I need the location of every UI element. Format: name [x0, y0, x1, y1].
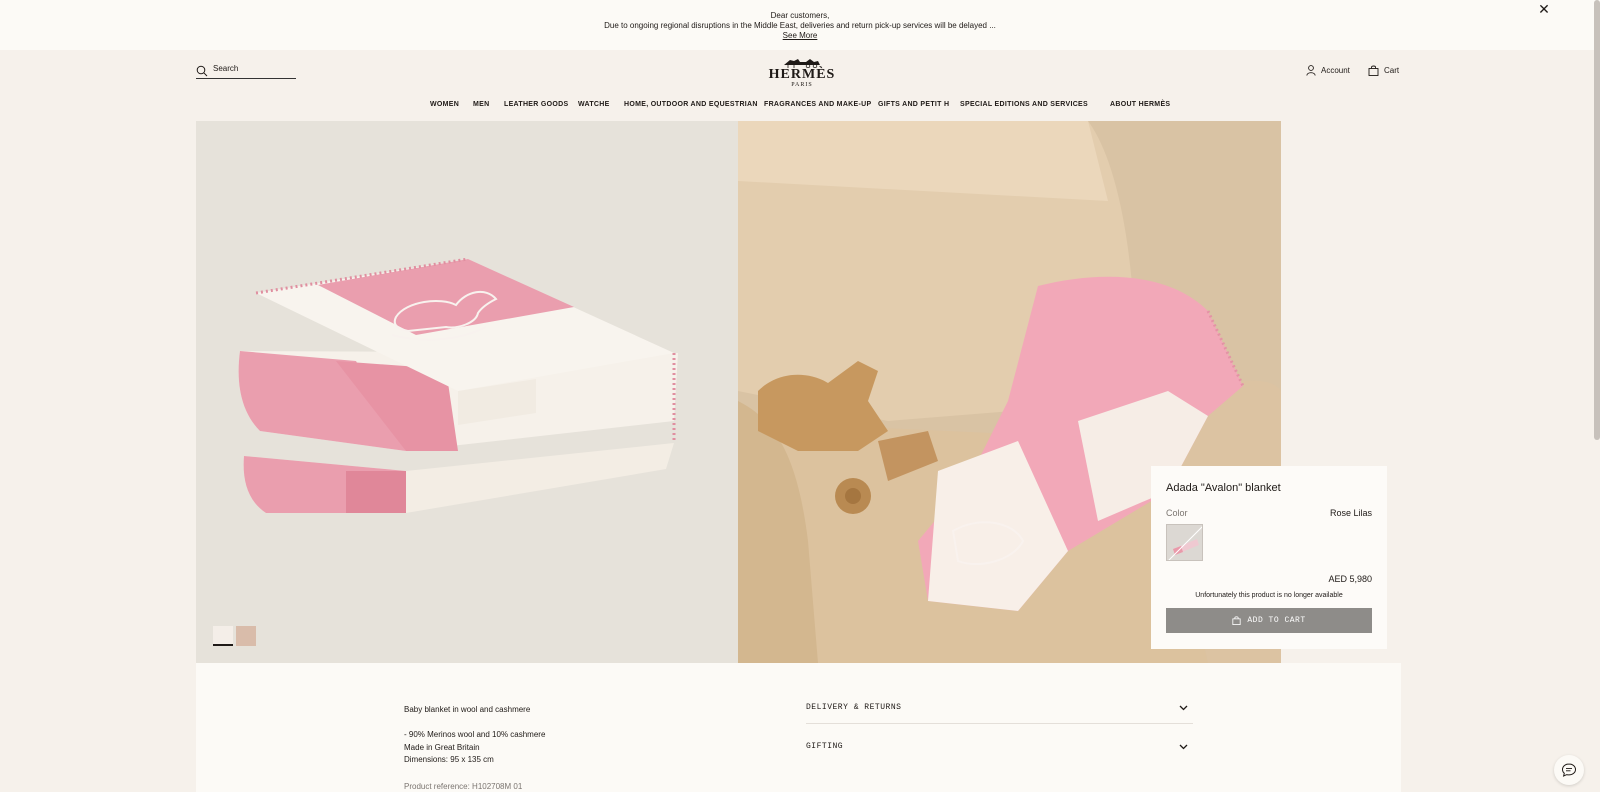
details-dimensions: Dimensions: 95 x 135 cm [404, 755, 494, 764]
product-price: AED 5,980 [1328, 574, 1372, 584]
nav-item-watches[interactable]: WATCHE [578, 101, 610, 108]
accordion-divider [806, 723, 1193, 724]
add-to-cart-label: ADD TO CART [1247, 616, 1306, 625]
color-value: Rose Lilas [1329, 508, 1372, 518]
nav-item-fragrances-makeup[interactable]: FRAGRANCES AND MAKE-UP [764, 101, 871, 108]
nav-item-gifts-petit-h[interactable]: GIFTS AND PETIT H [878, 101, 949, 108]
color-swatch-rose-lilas[interactable] [1166, 524, 1203, 561]
chevron-down-icon [1179, 744, 1188, 750]
nav-item-home-outdoor-equestrian[interactable]: HOME, OUTDOOR AND EQUESTRIAN [624, 101, 758, 108]
product-info-card: Adada "Avalon" blanket Color Rose Lilas … [1151, 466, 1387, 649]
chat-button[interactable] [1554, 755, 1584, 785]
main-navigation: WOMEN MEN LEATHER GOODS WATCHE HOME, OUT… [0, 101, 1600, 113]
nav-item-men[interactable]: MEN [473, 101, 489, 108]
nav-item-women[interactable]: WOMEN [430, 101, 459, 108]
product-details-section: Baby blanket in wool and cashmere - 90% … [196, 663, 1401, 792]
cart-label: Cart [1384, 66, 1400, 75]
banner-see-more-link[interactable]: See More [0, 31, 1600, 41]
close-icon[interactable]: ✕ [1537, 2, 1551, 16]
product-title: Adada "Avalon" blanket [1166, 482, 1281, 494]
banner-message: Due to ongoing regional disruptions in t… [604, 21, 996, 30]
accordion-delivery-returns[interactable]: DELIVERY & RETURNS [806, 703, 1193, 717]
cart-link[interactable]: Cart [1368, 65, 1399, 76]
search-icon [196, 65, 208, 77]
product-reference: Product reference: H102708M 01 [404, 782, 523, 791]
search-box[interactable] [196, 63, 296, 79]
nav-item-special-editions[interactable]: SPECIAL EDITIONS AND SERVICES [960, 101, 1088, 108]
chat-bubble-icon [1561, 763, 1577, 777]
nav-item-about-hermes[interactable]: ABOUT HERMÈS [1110, 101, 1170, 108]
shopping-bag-icon [1232, 616, 1241, 625]
shopping-bag-icon [1368, 65, 1379, 76]
details-title: Baby blanket in wool and cashmere [404, 705, 531, 714]
add-to-cart-button[interactable]: ADD TO CART [1166, 608, 1372, 633]
thumbnail-2[interactable] [236, 626, 256, 646]
color-label: Color [1166, 508, 1188, 518]
announcement-banner: Dear customers, Due to ongoing regional … [0, 0, 1600, 50]
product-image-folded-blanket[interactable] [196, 121, 738, 663]
hermes-logo[interactable]: HERMÈS PARIS [760, 56, 844, 89]
folded-blanket-illustration [238, 257, 678, 513]
product-gallery [196, 121, 1281, 663]
account-link[interactable]: Account [1306, 65, 1350, 76]
availability-message: Unfortunately this product is no longer … [1195, 592, 1343, 599]
banner-greeting: Dear customers, [770, 11, 830, 20]
nav-item-leather-goods[interactable]: LEATHER GOODS [504, 101, 568, 108]
swatch-image [1167, 525, 1202, 560]
details-origin: Made in Great Britain [404, 743, 480, 752]
search-input[interactable] [213, 64, 293, 73]
chevron-down-icon [1179, 705, 1188, 711]
thumbnail-1[interactable] [213, 626, 233, 646]
user-icon [1306, 65, 1316, 76]
details-composition: - 90% Merinos wool and 10% cashmere [404, 730, 546, 739]
account-label: Account [1321, 66, 1350, 75]
accordion-delivery-returns-label: DELIVERY & RETURNS [806, 703, 902, 712]
logo-city: PARIS [791, 82, 813, 88]
accordion-gifting-label: GIFTING [806, 742, 844, 751]
accordion-gifting[interactable]: GIFTING [806, 742, 1193, 756]
logo-wordmark: HERMÈS [768, 67, 836, 82]
